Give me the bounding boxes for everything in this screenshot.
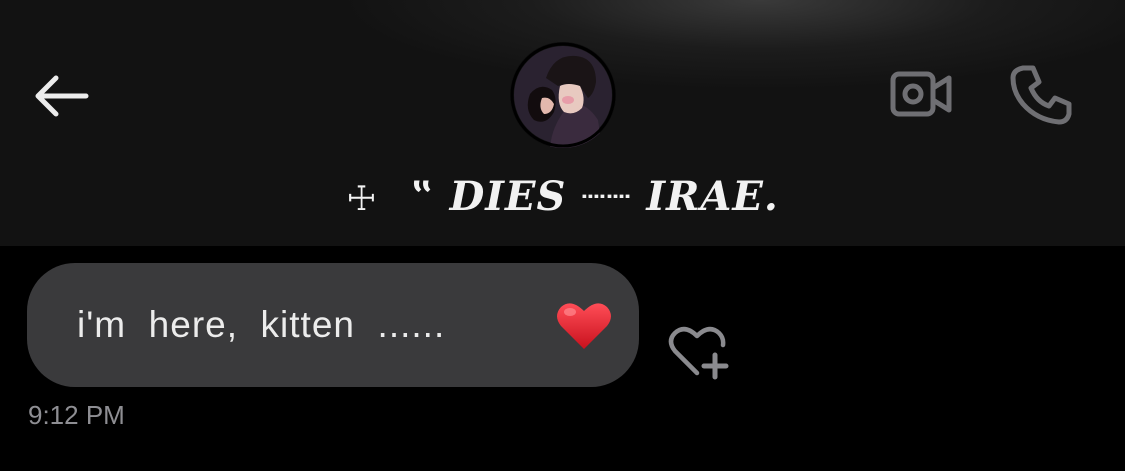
back-button[interactable]	[30, 68, 92, 124]
arrow-left-icon	[35, 75, 89, 117]
heart-plus-icon	[668, 326, 729, 380]
avatar-image	[510, 42, 616, 148]
chat-title[interactable]: ☩ ‟ DIES ┈┈ IRAE.	[0, 166, 1125, 226]
contact-name: ‟ DIES ┈┈ IRAE.	[410, 172, 779, 220]
video-camera-icon	[890, 71, 952, 117]
message-timestamp: 9:12 PM	[28, 400, 125, 430]
chat-screen: ☩ ‟ DIES ┈┈ IRAE. i'm here, kitten .....…	[0, 0, 1125, 471]
red-heart-emoji	[557, 303, 611, 349]
voice-call-button[interactable]	[1005, 58, 1077, 130]
react-button[interactable]	[664, 320, 736, 384]
phone-icon	[1010, 65, 1072, 125]
chat-header: ☩ ‟ DIES ┈┈ IRAE.	[0, 0, 1125, 246]
message-bubble[interactable]: i'm here, kitten ......	[27, 263, 639, 387]
cross-symbol: ☩	[346, 179, 377, 219]
video-call-button[interactable]	[885, 62, 957, 126]
avatar[interactable]	[510, 42, 616, 148]
message-text: i'm here, kitten ......	[77, 304, 446, 345]
